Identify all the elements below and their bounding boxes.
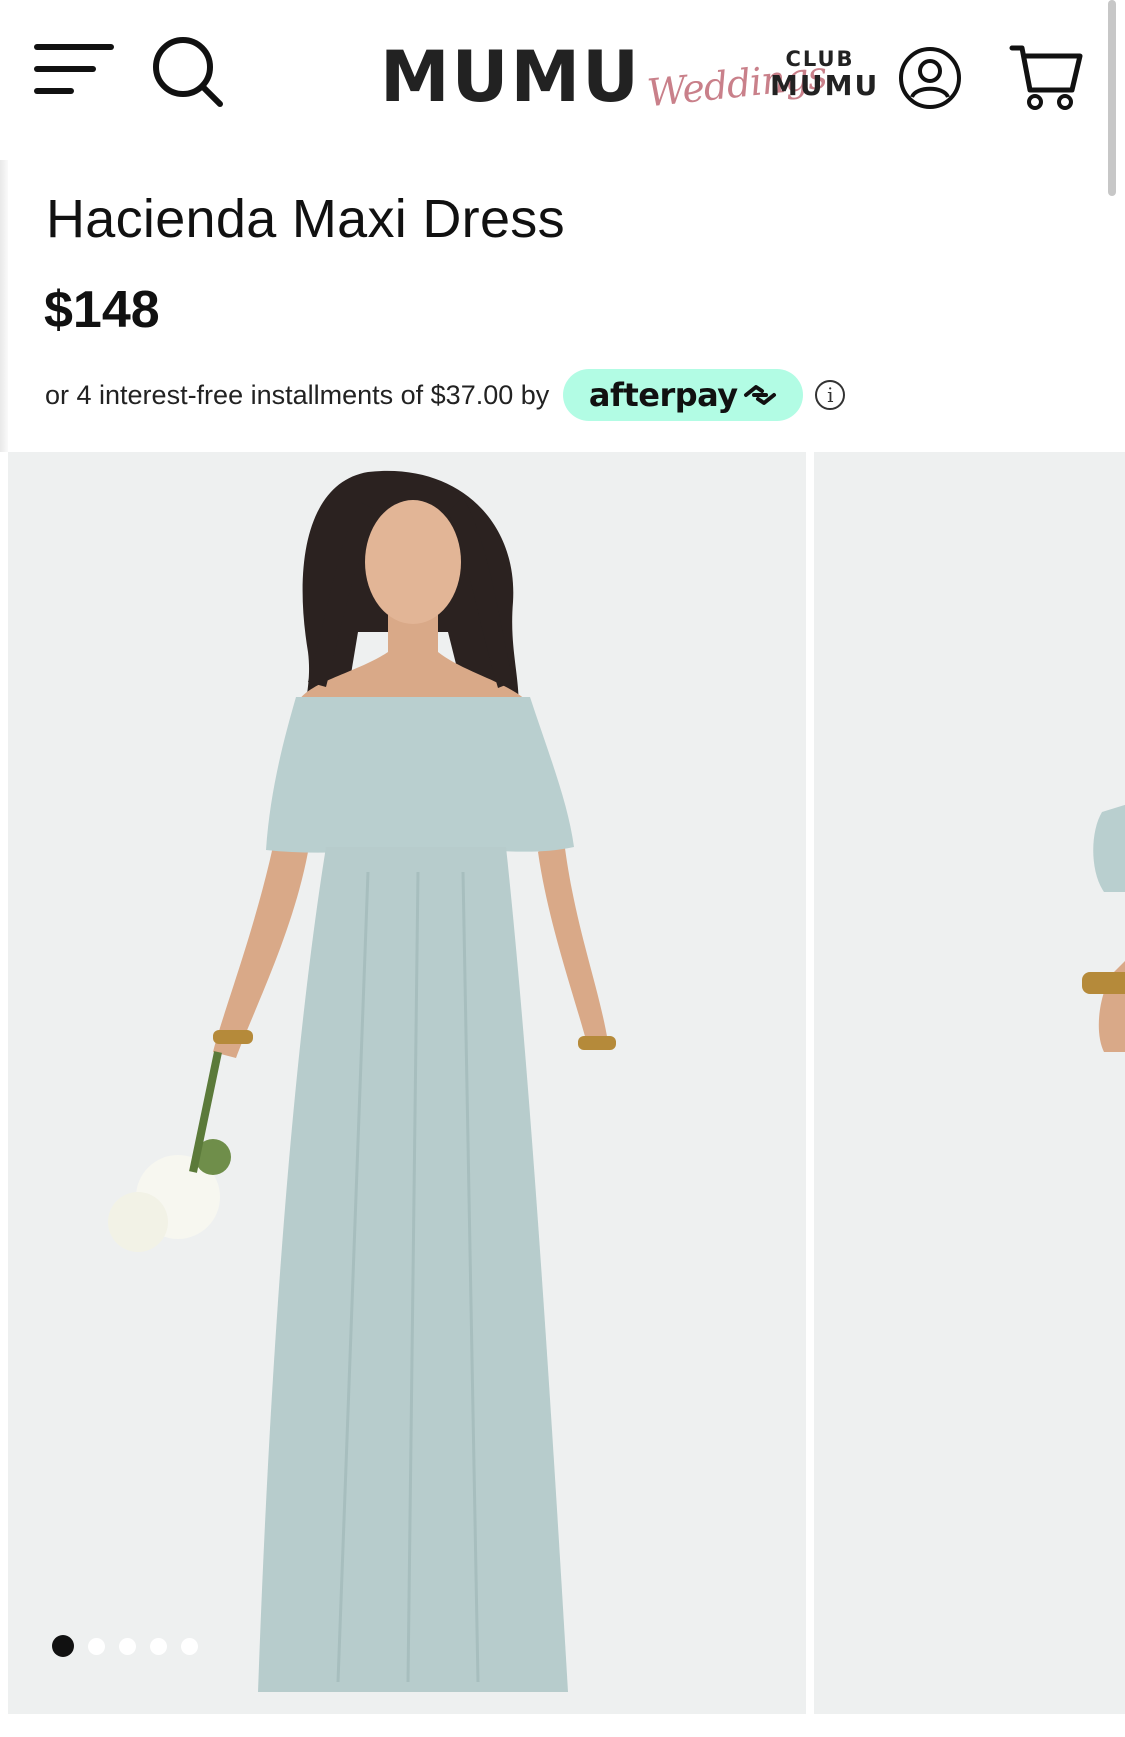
- product-title: Hacienda Maxi Dress: [46, 189, 565, 249]
- product-price: $148: [44, 281, 160, 339]
- model-photo-front: [8, 452, 806, 1714]
- menu-icon-bar-middle: [34, 66, 96, 72]
- account-button[interactable]: [898, 46, 962, 110]
- afterpay-installments-row: or 4 interest-free installments of $37.0…: [45, 368, 846, 422]
- info-icon[interactable]: i: [815, 380, 846, 410]
- search-icon: [153, 37, 223, 107]
- club-mumu-label: MUMU: [770, 69, 880, 103]
- product-image-1[interactable]: [8, 452, 806, 1714]
- afterpay-label: afterpay: [588, 376, 738, 414]
- brand-logo[interactable]: MUMU Weddings: [380, 22, 828, 118]
- model-photo-alt: [814, 452, 1125, 1714]
- product-image-2[interactable]: [814, 452, 1125, 1714]
- carousel-dot[interactable]: [119, 1637, 136, 1655]
- carousel-dot[interactable]: [150, 1637, 167, 1655]
- product-image-carousel[interactable]: [0, 452, 1125, 1714]
- club-mumu-link[interactable]: CLUB MUMU: [770, 47, 880, 103]
- carousel-pagination: [52, 1635, 198, 1657]
- carousel-dot[interactable]: [88, 1637, 105, 1655]
- installments-text: or 4 interest-free installments of $37.0…: [45, 379, 550, 410]
- cart-icon: [1009, 45, 1083, 110]
- page-scrollbar[interactable]: [1108, 0, 1116, 196]
- afterpay-badge[interactable]: afterpay: [563, 369, 804, 421]
- account-icon: [899, 47, 961, 109]
- cart-button[interactable]: [1008, 40, 1084, 116]
- logo-wordmark: MUMU: [380, 36, 641, 118]
- carousel-dot[interactable]: [181, 1637, 198, 1655]
- club-label: CLUB: [785, 47, 855, 71]
- menu-button[interactable]: [34, 44, 114, 102]
- menu-icon-bar-top: [34, 44, 114, 50]
- site-header: MUMU Weddings CLUB MUMU: [0, 0, 1125, 160]
- search-button[interactable]: [150, 34, 226, 110]
- afterpay-loop-icon: [743, 385, 776, 405]
- carousel-dot[interactable]: [52, 1635, 74, 1657]
- menu-icon-bar-bottom: [34, 88, 74, 94]
